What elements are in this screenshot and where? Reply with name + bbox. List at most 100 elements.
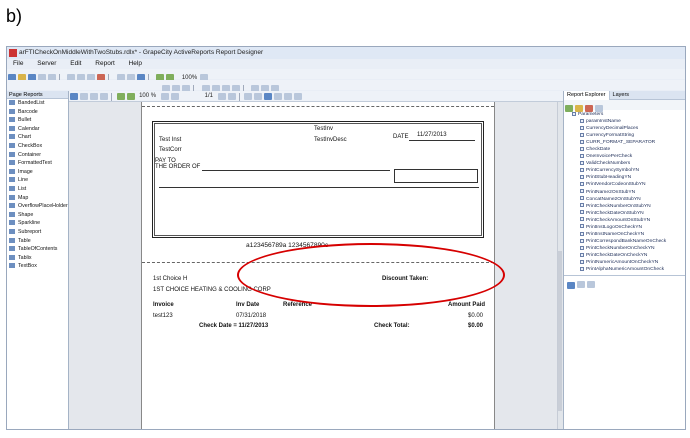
toolbox-item[interactable]: TextBox xyxy=(7,262,68,271)
toolbox-item[interactable]: Barcode xyxy=(7,108,68,117)
title-bar: arFTICheckOnMiddleWithTwoStubs.rdlx* - G… xyxy=(7,47,685,59)
tree-param-item[interactable]: PrintStubHeadingYN xyxy=(566,174,685,181)
toolbox-item[interactable]: Table xyxy=(7,237,68,246)
tree-param-item[interactable]: PrintCheckDateOnCheckYN xyxy=(566,252,685,259)
tab-layers[interactable]: Layers xyxy=(610,91,633,100)
parameter-icon xyxy=(580,217,584,222)
parameter-icon xyxy=(580,146,584,151)
tree-param-item[interactable]: OneInvoicePerCheck xyxy=(566,153,685,160)
toolbox-item[interactable]: Bullet xyxy=(7,116,68,125)
tree-param-item[interactable]: CurrencyDecimalPlaces xyxy=(566,125,685,132)
menu-report[interactable]: Report xyxy=(95,60,115,67)
control-icon xyxy=(9,211,15,217)
preview-toolbar: 100 % 1/1 xyxy=(69,91,563,102)
control-icon xyxy=(9,160,15,166)
parameter-icon xyxy=(580,259,584,264)
toolbox-title: Page Reports xyxy=(7,91,68,99)
menu-edit[interactable]: Edit xyxy=(70,60,81,67)
forward-icon[interactable] xyxy=(254,93,263,100)
tree-param-item[interactable]: PrintCheckDateOnStubYN xyxy=(566,210,685,217)
toolbox-item[interactable]: BandedList xyxy=(7,99,68,108)
toolbox-item[interactable]: FormattedText xyxy=(7,159,68,168)
parameter-icon xyxy=(580,175,584,180)
parameter-icon xyxy=(580,266,584,271)
menu-help[interactable]: Help xyxy=(129,60,142,67)
parameter-icon xyxy=(580,210,584,215)
tree-param-item[interactable]: CurrencyFormatString xyxy=(566,132,685,139)
payee-line xyxy=(202,170,390,171)
print-icon[interactable] xyxy=(80,93,88,100)
first-page-icon[interactable] xyxy=(160,93,169,100)
copy-page-icon[interactable] xyxy=(90,93,98,100)
test-inv-text: TestInv xyxy=(314,126,334,132)
preview-zoom-out-icon[interactable] xyxy=(126,93,135,100)
page-icon[interactable] xyxy=(70,93,78,100)
control-icon xyxy=(9,177,15,183)
tree-param-item[interactable]: PrintCheckNumberOnCheckYN xyxy=(566,245,685,252)
toolbox-item[interactable]: Calendar xyxy=(7,125,68,134)
find-icon[interactable] xyxy=(100,93,108,100)
tree-param-item[interactable]: paramInstName xyxy=(566,118,685,125)
tree-param-item[interactable]: PrintCheckNumberOnStubYN xyxy=(566,203,685,210)
toolbox-item[interactable]: Image xyxy=(7,168,68,177)
snapshot-icon[interactable] xyxy=(284,93,293,100)
parameter-icon xyxy=(580,125,584,130)
control-icon xyxy=(9,229,15,234)
tree-param-item[interactable]: PrintCurrencySymbolYN xyxy=(566,167,685,174)
toolbox-item[interactable]: List xyxy=(7,185,68,194)
categorized-icon[interactable] xyxy=(567,281,575,289)
hand-tool-icon[interactable] xyxy=(274,93,283,100)
last-page-icon[interactable] xyxy=(227,93,236,100)
parameter-icon xyxy=(580,238,584,243)
preview-zoom-select[interactable]: 100 % xyxy=(139,91,156,101)
tree-param-item[interactable]: PrintCheckAmountOnStubYN xyxy=(566,217,685,224)
row-inv-date: 07/31/2018 xyxy=(236,313,267,319)
toolbox-item[interactable]: Subreport xyxy=(7,228,68,237)
tree-param-item[interactable]: PrintAlphaNumericAmountOnCheck xyxy=(566,266,685,273)
check-total-value: $0.00 xyxy=(468,323,484,329)
amount-words-line xyxy=(159,187,479,188)
toolbox-item[interactable]: Tablix xyxy=(7,254,68,263)
menu-file[interactable]: File xyxy=(13,60,23,67)
explorer-toolbar xyxy=(564,100,685,113)
refresh-icon[interactable] xyxy=(294,93,303,100)
parameter-icon xyxy=(580,168,584,173)
menu-server[interactable]: Server xyxy=(37,60,56,67)
toolbox-item[interactable]: Shape xyxy=(7,211,68,220)
date-line xyxy=(409,140,475,141)
toolbox-item[interactable]: Line xyxy=(7,176,68,185)
back-icon[interactable] xyxy=(244,93,253,100)
property-pages-icon[interactable] xyxy=(587,281,595,289)
toolbox-item[interactable]: OverflowPlaceHolder xyxy=(7,202,68,211)
tree-param-item[interactable]: PrintInstLogoOnCheckYN xyxy=(566,224,685,231)
scrollbar-thumb[interactable] xyxy=(558,251,562,411)
toolbox-item[interactable]: Container xyxy=(7,151,68,160)
explorer-tabs: Report Explorer Layers xyxy=(564,91,685,100)
tree-param-item[interactable]: ConcatName2OnStubYN xyxy=(566,196,685,203)
tree-param-item[interactable]: CheckDate xyxy=(566,146,685,153)
tree-param-item[interactable]: PrintCorrespondBankNameOnCheck xyxy=(566,238,685,245)
prev-page-icon[interactable] xyxy=(170,93,179,100)
tab-report-explorer[interactable]: Report Explorer xyxy=(564,91,610,100)
tree-param-item[interactable]: PrintInstNameOnCheckYN xyxy=(566,231,685,238)
alphabetical-icon[interactable] xyxy=(577,281,585,289)
tree-param-item[interactable]: PrintName2OnStubYN xyxy=(566,189,685,196)
toolbox-item[interactable]: Map xyxy=(7,194,68,203)
next-page-icon[interactable] xyxy=(217,93,226,100)
page-indicator: 1/1 xyxy=(204,93,214,99)
toolbox-item[interactable]: Sparkline xyxy=(7,219,68,228)
select-tool-icon[interactable] xyxy=(264,93,273,100)
toolbox-item[interactable]: CheckBox xyxy=(7,142,68,151)
tree-param-item[interactable]: PrintVendorCodeonStubYN xyxy=(566,181,685,188)
tree-param-item[interactable]: CURR_FORMAT_SEPARATOR xyxy=(566,139,685,146)
parameter-icon xyxy=(580,139,584,144)
window-title: arFTICheckOnMiddleWithTwoStubs.rdlx* - G… xyxy=(19,49,264,56)
tree-param-item[interactable]: ValidCheckNumbers xyxy=(566,160,685,167)
tree-root[interactable]: Parameters xyxy=(566,111,685,118)
toolbox-item[interactable]: TableOfContents xyxy=(7,245,68,254)
tree-param-item[interactable]: PrintNumericAmountOnCheckYN xyxy=(566,259,685,266)
toolbox-item[interactable]: Chart xyxy=(7,133,68,142)
test-corr-text: TestCorr xyxy=(159,147,182,153)
preview-zoom-in-icon[interactable] xyxy=(116,93,125,100)
parameter-icon xyxy=(580,132,584,137)
